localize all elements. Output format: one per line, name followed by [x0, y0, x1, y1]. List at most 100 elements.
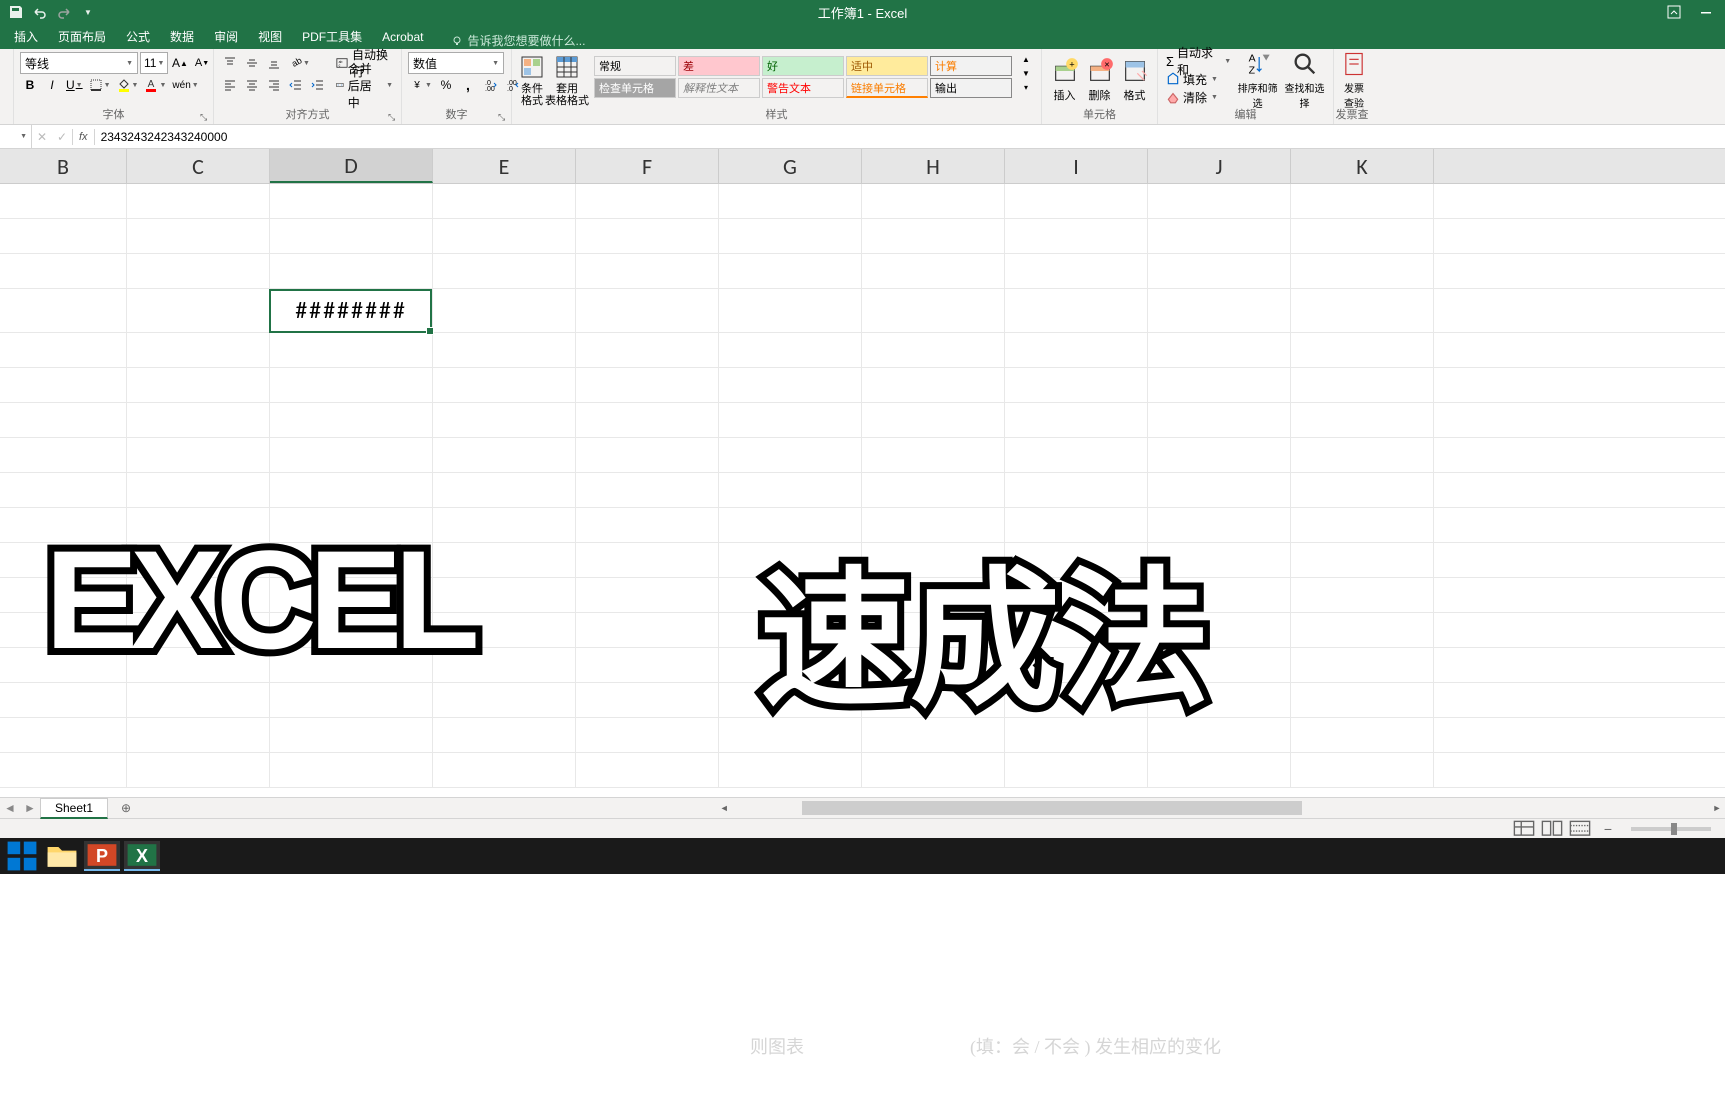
view-normal-icon[interactable]	[1513, 821, 1535, 837]
underline-button[interactable]: U▼	[64, 74, 85, 96]
tab-formulas[interactable]: 公式	[116, 24, 160, 49]
align-right-icon[interactable]	[264, 74, 284, 96]
font-size-selector[interactable]: 11▼	[140, 52, 168, 74]
comma-format-icon[interactable]: ,	[458, 74, 478, 96]
enter-formula-icon[interactable]: ✓	[52, 125, 72, 148]
col-header-H[interactable]: H	[862, 149, 1005, 183]
col-header-F[interactable]: F	[576, 149, 719, 183]
conditional-format-button[interactable]: 条件格式	[518, 52, 546, 108]
file-explorer-icon[interactable]	[44, 841, 80, 871]
format-cells-button[interactable]: 格式	[1118, 52, 1151, 108]
cancel-formula-icon[interactable]: ✕	[32, 125, 52, 148]
powerpoint-icon[interactable]: P	[84, 841, 120, 871]
align-center-icon[interactable]	[242, 74, 262, 96]
sort-filter-button[interactable]: AZ 排序和筛选	[1235, 52, 1280, 108]
insert-cells-button[interactable]: + 插入	[1048, 52, 1081, 108]
bold-button[interactable]: B	[20, 74, 40, 96]
scroll-right-icon[interactable]: ►	[1709, 801, 1725, 815]
col-header-D[interactable]: D	[270, 149, 433, 183]
spreadsheet-grid[interactable]: B C D E F G H I J K ######## EXCEL 速成法	[0, 149, 1725, 797]
name-box[interactable]: ▼	[0, 125, 32, 148]
scroll-left-icon[interactable]: ◄	[716, 801, 732, 815]
invoice-check-button[interactable]: 发票 查验	[1340, 52, 1368, 108]
view-pagebreak-icon[interactable]	[1569, 821, 1591, 837]
zoom-out-icon[interactable]: −	[1597, 821, 1619, 837]
undo-icon[interactable]	[32, 4, 48, 20]
fill-color-button[interactable]: ▼	[115, 74, 141, 96]
styles-more-icon[interactable]: ▾	[1016, 80, 1036, 94]
excel-icon[interactable]: X	[124, 841, 160, 871]
style-output[interactable]: 输出	[930, 78, 1012, 98]
decrease-indent-icon[interactable]	[286, 74, 306, 96]
save-icon[interactable]	[8, 4, 24, 20]
tab-insert[interactable]: 插入	[4, 24, 48, 49]
align-middle-icon[interactable]	[242, 52, 262, 74]
percent-format-icon[interactable]: %	[436, 74, 456, 96]
tell-me-search[interactable]: 告诉我您想要做什么...	[451, 32, 585, 49]
orientation-icon[interactable]: ab▼	[286, 52, 312, 74]
style-good[interactable]: 好	[762, 56, 844, 76]
alignment-dialog-launcher[interactable]: ⤡	[388, 112, 398, 122]
clear-button[interactable]: 清除▼	[1164, 88, 1233, 106]
border-button[interactable]: ▼	[87, 74, 113, 96]
tab-data[interactable]: 数据	[160, 24, 204, 49]
styles-down-icon[interactable]: ▼	[1016, 66, 1036, 80]
tab-review[interactable]: 审阅	[204, 24, 248, 49]
style-calc[interactable]: 计算	[930, 56, 1012, 76]
increase-indent-icon[interactable]	[308, 74, 328, 96]
sheet-nav-prev-icon[interactable]: ◄	[0, 801, 20, 815]
font-name-selector[interactable]: 等线▼	[20, 52, 138, 74]
style-bad[interactable]: 差	[678, 56, 760, 76]
italic-button[interactable]: I	[42, 74, 62, 96]
style-link[interactable]: 链接单元格	[846, 78, 928, 98]
increase-decimal-icon[interactable]: .0.00	[480, 74, 500, 96]
fx-icon[interactable]: fx	[73, 131, 94, 143]
font-color-button[interactable]: A▼	[142, 74, 168, 96]
number-dialog-launcher[interactable]: ⤡	[498, 112, 508, 122]
col-header-E[interactable]: E	[433, 149, 576, 183]
autosum-button[interactable]: Σ自动求和▼	[1164, 52, 1233, 70]
fill-button[interactable]: 填充▼	[1164, 70, 1233, 88]
merge-center-button[interactable]: 合并后居中▼	[334, 74, 395, 96]
col-header-J[interactable]: J	[1148, 149, 1291, 183]
col-header-B[interactable]: B	[0, 149, 127, 183]
start-button[interactable]	[4, 841, 40, 871]
style-explain[interactable]: 解释性文本	[678, 78, 760, 98]
formula-input[interactable]: 2343243242343240000	[95, 130, 1725, 144]
ribbon-options-icon[interactable]	[1667, 5, 1681, 19]
increase-font-icon[interactable]: A▲	[170, 52, 190, 74]
bulb-icon	[451, 35, 463, 47]
qat-customize-icon[interactable]: ▼	[80, 4, 96, 20]
col-header-G[interactable]: G	[719, 149, 862, 183]
zoom-slider[interactable]	[1631, 827, 1711, 831]
style-warn[interactable]: 警告文本	[762, 78, 844, 98]
styles-up-icon[interactable]: ▲	[1016, 52, 1036, 66]
decrease-font-icon[interactable]: A▼	[192, 52, 212, 74]
format-as-table-button[interactable]: 套用 表格格式	[548, 52, 586, 108]
selected-cell-value[interactable]: ########	[270, 289, 433, 332]
minimize-icon[interactable]	[1699, 5, 1713, 19]
sheet-nav-next-icon[interactable]: ►	[20, 801, 40, 815]
align-bottom-icon[interactable]	[264, 52, 284, 74]
align-top-icon[interactable]	[220, 52, 240, 74]
tab-layout[interactable]: 页面布局	[48, 24, 116, 49]
align-left-icon[interactable]	[220, 74, 240, 96]
col-header-I[interactable]: I	[1005, 149, 1148, 183]
tab-view[interactable]: 视图	[248, 24, 292, 49]
find-select-button[interactable]: 查找和选择	[1282, 52, 1327, 108]
view-layout-icon[interactable]	[1541, 821, 1563, 837]
font-dialog-launcher[interactable]: ⤡	[200, 112, 210, 122]
style-neutral[interactable]: 适中	[846, 56, 928, 76]
sheet-tab-1[interactable]: Sheet1	[40, 798, 108, 819]
add-sheet-button[interactable]: ⊕	[116, 798, 136, 818]
style-check[interactable]: 检查单元格	[594, 78, 676, 98]
col-header-K[interactable]: K	[1291, 149, 1434, 183]
accounting-format-icon[interactable]: ¥▼	[408, 74, 434, 96]
delete-cells-button[interactable]: × 删除	[1083, 52, 1116, 108]
col-header-C[interactable]: C	[127, 149, 270, 183]
horizontal-scrollbar[interactable]	[742, 801, 1709, 815]
number-format-selector[interactable]: 数值▼	[408, 52, 504, 74]
phonetic-button[interactable]: wén▼	[170, 74, 200, 96]
redo-icon[interactable]	[56, 4, 72, 20]
style-normal[interactable]: 常规	[594, 56, 676, 76]
